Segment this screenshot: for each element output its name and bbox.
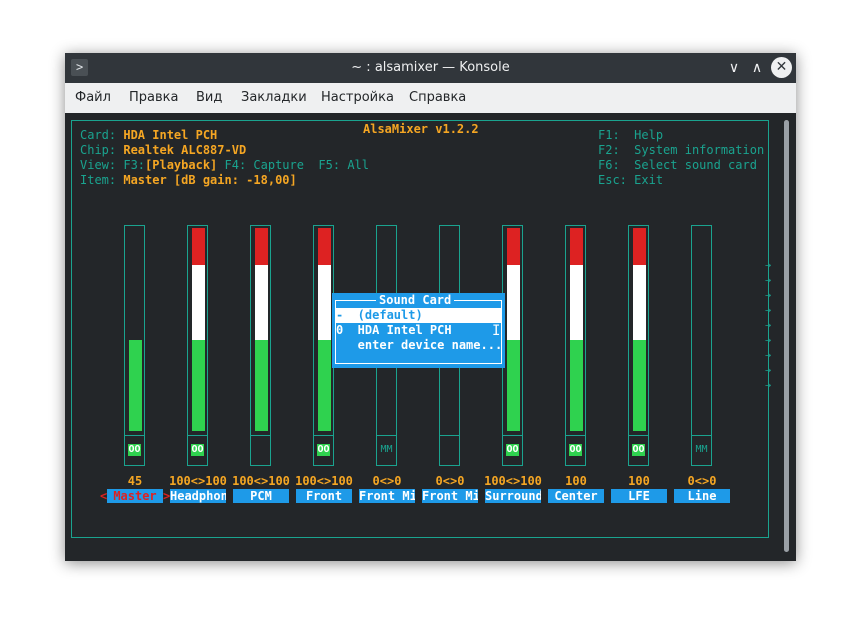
volume-bar-7[interactable] <box>565 225 586 436</box>
channel-name-7[interactable]: Center <box>548 489 604 503</box>
mute-toggle-3[interactable]: OO <box>313 434 334 466</box>
card-line: Card: HDA Intel PCH <box>80 128 218 142</box>
mixer-title: AlsaMixer v1.2.2 <box>359 122 483 136</box>
menu-view[interactable]: Вид <box>196 90 222 105</box>
mute-toggle-0[interactable]: OO <box>124 434 145 466</box>
minimize-button[interactable]: ∨ <box>724 58 744 78</box>
maximize-button[interactable]: ∧ <box>747 58 767 78</box>
channel-volume-8: 100 <box>628 474 650 488</box>
menu-edit[interactable]: Правка <box>129 90 178 105</box>
channel-volume-6: 100<>100 <box>484 474 542 488</box>
scroll-indicator: → → → → → → → → → <box>765 260 772 391</box>
volume-bar-9[interactable] <box>691 225 712 436</box>
channel-volume-1: 100<>100 <box>169 474 227 488</box>
mute-toggle-8[interactable]: OO <box>628 434 649 466</box>
select-arrow-left-icon: < <box>100 489 108 503</box>
level-fill-red <box>570 228 583 265</box>
view-line: View: F3:[Playback] F4: Capture F5: All <box>80 158 369 172</box>
channel-name-5[interactable]: Front Mi <box>422 489 478 503</box>
mute-toggle-5[interactable] <box>439 434 460 466</box>
title-bar[interactable]: > ~ : alsamixer — Konsole ∨ ∧ ✕ <box>65 53 796 83</box>
terminal-area[interactable]: AlsaMixer v1.2.2 Card: HDA Intel PCH Chi… <box>65 113 796 561</box>
mute-state: OO <box>569 444 582 456</box>
window-title: ~ : alsamixer — Konsole <box>351 60 510 75</box>
help-line-2: F2: System information <box>598 143 765 157</box>
help-line-3: F6: Select sound card <box>598 158 757 172</box>
level-fill-green <box>255 340 268 431</box>
konsole-window: > ~ : alsamixer — Konsole ∨ ∧ ✕ Файл Пра… <box>65 53 796 561</box>
level-fill-green <box>129 340 142 431</box>
channel-volume-5: 0<>0 <box>435 474 465 488</box>
volume-bar-0[interactable] <box>124 225 145 436</box>
menu-file[interactable]: Файл <box>75 90 111 105</box>
text-cursor-icon: I <box>492 323 501 339</box>
channel-name-1[interactable]: Headphon <box>170 489 226 503</box>
level-fill-white <box>192 265 205 340</box>
mute-state: OO <box>128 444 141 456</box>
help-line-1: F1: Help <box>598 128 664 142</box>
volume-bar-2[interactable] <box>250 225 271 436</box>
mute-state: OO <box>632 444 645 456</box>
channel-name-4[interactable]: Front Mi <box>359 489 415 503</box>
level-fill-red <box>633 228 646 265</box>
channel-volume-9: 0<>0 <box>687 474 717 488</box>
volume-bar-3[interactable] <box>313 225 334 436</box>
menu-settings[interactable]: Настройка <box>321 90 394 105</box>
item-line: Item: Master [dB gain: -18,00] <box>80 173 297 187</box>
volume-bar-1[interactable] <box>187 225 208 436</box>
level-fill-green <box>633 340 646 431</box>
close-button[interactable]: ✕ <box>771 57 792 78</box>
mute-toggle-4[interactable]: MM <box>376 434 397 466</box>
volume-bar-8[interactable] <box>628 225 649 436</box>
level-fill-white <box>633 265 646 340</box>
channel-name-3[interactable]: Front <box>296 489 352 503</box>
channel-name-9[interactable]: Line <box>674 489 730 503</box>
menu-bookmarks[interactable]: Закладки <box>241 90 307 105</box>
level-fill-red <box>318 228 331 265</box>
channel-name-6[interactable]: Surround <box>485 489 541 503</box>
channel-name-8[interactable]: LFE <box>611 489 667 503</box>
menu-help[interactable]: Справка <box>409 90 466 105</box>
dialog-title: Sound Card <box>376 293 455 308</box>
mute-toggle-6[interactable]: OO <box>502 434 523 466</box>
level-fill-white <box>507 265 520 340</box>
channel-volume-7: 100 <box>565 474 587 488</box>
mute-toggle-9[interactable]: MM <box>691 434 712 466</box>
sound-card-dialog[interactable]: Sound Card - (default) 0 HDA Intel PCH e… <box>332 293 505 368</box>
scrollbar[interactable] <box>784 120 789 552</box>
card-option-hda[interactable]: 0 HDA Intel PCH <box>336 323 501 338</box>
channel-volume-0: 45 <box>127 474 143 488</box>
channel-volume-2: 100<>100 <box>232 474 290 488</box>
scrollbar-handle[interactable] <box>784 120 789 552</box>
level-fill-red <box>255 228 268 265</box>
level-fill-white <box>570 265 583 340</box>
mute-state: OO <box>191 444 204 456</box>
level-fill-red <box>192 228 205 265</box>
level-fill-green <box>507 340 520 431</box>
channel-name-2[interactable]: PCM <box>233 489 289 503</box>
menu-bar: Файл Правка Вид Закладки Настройка Справ… <box>65 83 796 113</box>
card-option-enter-name[interactable]: enter device name... <box>336 338 503 353</box>
chip-line: Chip: Realtek ALC887-VD <box>80 143 247 157</box>
help-line-4: Esc: Exit <box>598 173 664 187</box>
mute-toggle-7[interactable]: OO <box>565 434 586 466</box>
card-option-default[interactable]: - (default) <box>336 308 501 323</box>
mute-state: MM <box>380 444 393 455</box>
volume-bar-6[interactable] <box>502 225 523 436</box>
channel-name-0[interactable]: Master <box>107 489 163 503</box>
mute-state: MM <box>695 444 708 455</box>
level-fill-green <box>318 340 331 431</box>
level-fill-red <box>507 228 520 265</box>
level-fill-white <box>255 265 268 340</box>
mute-toggle-2[interactable] <box>250 434 271 466</box>
level-fill-green <box>192 340 205 431</box>
mute-toggle-1[interactable]: OO <box>187 434 208 466</box>
channel-volume-3: 100<>100 <box>295 474 353 488</box>
level-fill-green <box>570 340 583 431</box>
mute-state: OO <box>506 444 519 456</box>
channel-volume-4: 0<>0 <box>372 474 402 488</box>
mute-state: OO <box>317 444 330 456</box>
level-fill-white <box>318 265 331 340</box>
